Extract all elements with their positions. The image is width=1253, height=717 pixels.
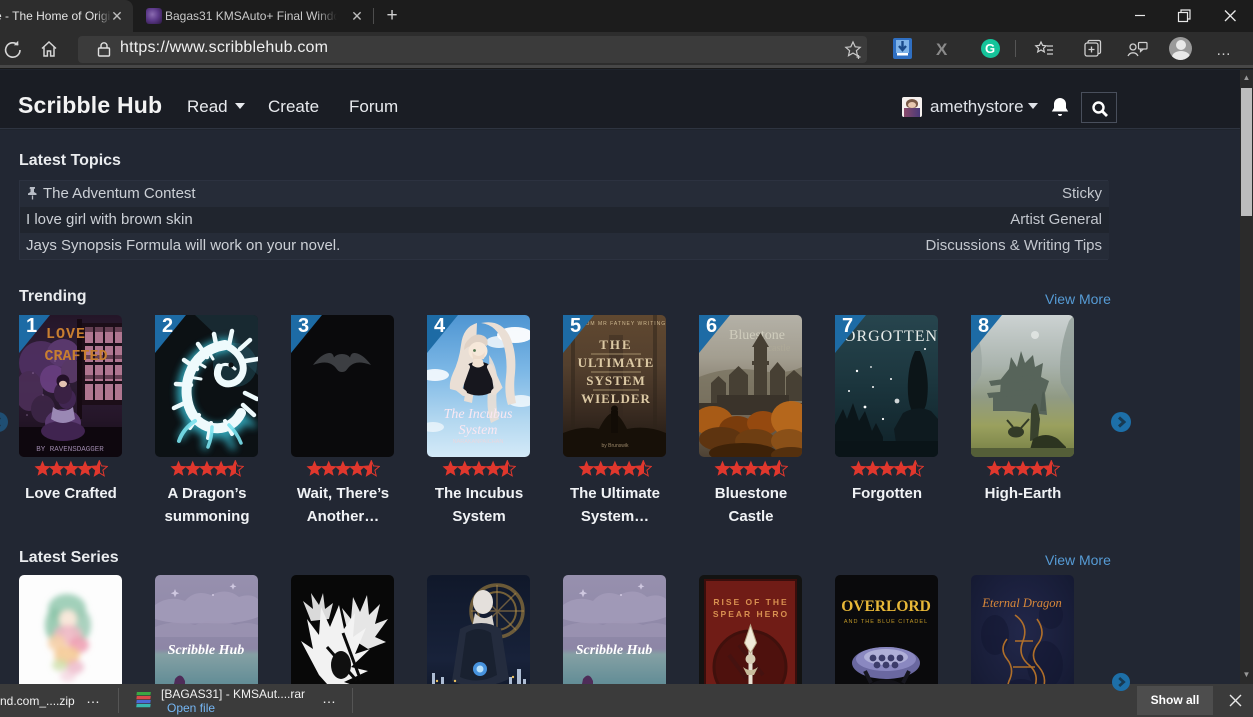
svg-text:SPEAR HERO: SPEAR HERO	[713, 609, 789, 619]
svg-text:RISE OF THE: RISE OF THE	[713, 597, 788, 607]
svg-text:OVERLORD: OVERLORD	[841, 598, 931, 615]
svg-text:AND THE BLUE CITADEL: AND THE BLUE CITADEL	[844, 619, 928, 625]
svg-text:Eternal Dragon: Eternal Dragon	[981, 596, 1062, 610]
svg-text:Scribble Hub: Scribble Hub	[168, 643, 245, 658]
svg-text:Scribble Hub: Scribble Hub	[576, 643, 653, 658]
